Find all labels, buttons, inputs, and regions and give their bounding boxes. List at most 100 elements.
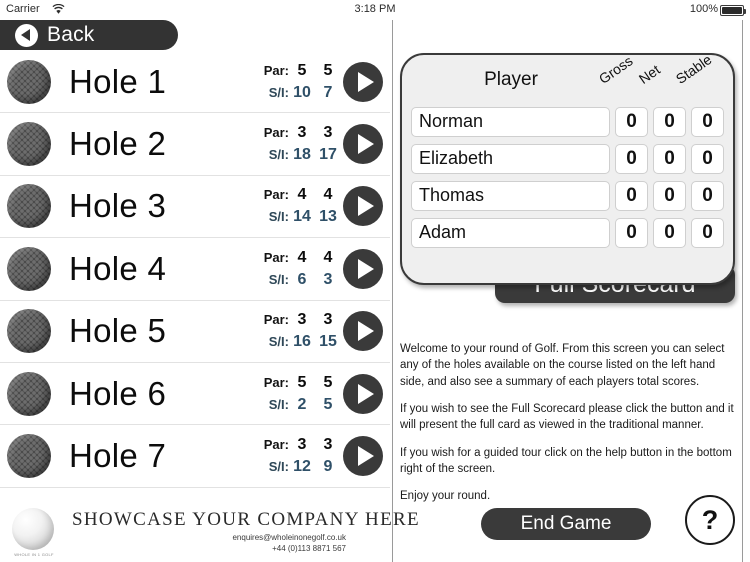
par-line: Par: 3 3 xyxy=(241,124,341,142)
scorecard-summary: Full Scorecard Player Gross Net Stable N… xyxy=(400,51,735,318)
hole-stats: Par: 3 3 S/I: 16 15 xyxy=(241,311,343,351)
advert-banner[interactable]: WHOLE IN 1 GOLF SHOWCASE YOUR COMPANY HE… xyxy=(0,500,419,562)
par-value-2: 3 xyxy=(323,124,333,142)
par-label: Par: xyxy=(263,249,289,265)
hole-row[interactable]: Hole 6 Par: 5 5 S/I: 2 5 xyxy=(0,363,390,426)
battery-full-icon xyxy=(720,5,746,16)
player-name-field[interactable]: Adam xyxy=(411,217,610,248)
golf-ball-icon xyxy=(7,59,51,104)
par-value-1: 4 xyxy=(297,248,307,266)
si-label: S/I: xyxy=(268,334,289,350)
hole-stats: Par: 4 4 S/I: 14 13 xyxy=(241,186,343,226)
si-value-1: 10 xyxy=(293,83,311,101)
par-label: Par: xyxy=(263,125,289,141)
hole-row[interactable]: Hole 3 Par: 4 4 S/I: 14 13 xyxy=(0,176,390,239)
si-line: S/I: 12 9 xyxy=(241,458,341,476)
si-line: S/I: 2 5 xyxy=(241,396,341,414)
par-value-1: 5 xyxy=(297,373,307,391)
header-player: Player xyxy=(484,69,538,90)
hole-row[interactable]: Hole 2 Par: 3 3 S/I: 18 17 xyxy=(0,113,390,176)
instructions-text: Welcome to your round of Golf. From this… xyxy=(400,341,734,516)
si-label: S/I: xyxy=(268,396,289,412)
play-arrow-icon[interactable] xyxy=(343,124,383,165)
par-label: Par: xyxy=(263,187,289,203)
question-mark-icon: ? xyxy=(701,504,719,535)
hole-row[interactable]: Hole 4 Par: 4 4 S/I: 6 3 xyxy=(0,238,390,301)
end-game-button[interactable]: End Game xyxy=(481,508,651,540)
par-line: Par: 4 4 xyxy=(241,249,341,267)
stable-score-cell: 0 xyxy=(691,106,724,137)
stable-score-cell: 0 xyxy=(691,217,724,248)
par-line: Par: 5 5 xyxy=(241,62,341,80)
play-arrow-icon[interactable] xyxy=(343,311,383,352)
si-value-2: 9 xyxy=(323,458,333,476)
gross-score-cell: 0 xyxy=(615,106,648,137)
hole-name: Hole 6 xyxy=(69,374,167,412)
advert-logo-caption: WHOLE IN 1 GOLF xyxy=(14,552,54,557)
hole-row[interactable]: Hole 1 Par: 5 5 S/I: 10 7 xyxy=(0,51,390,114)
player-row: Thomas 0 0 0 xyxy=(402,177,733,214)
player-rows: Norman 0 0 0 Elizabeth 0 0 0 Thomas 0 0 0 Adam 0 0 0 xyxy=(402,103,733,251)
gross-score-cell: 0 xyxy=(615,180,648,211)
clock-label: 3:18 PM xyxy=(354,3,396,15)
gross-score-cell: 0 xyxy=(615,143,648,174)
par-line: Par: 3 3 xyxy=(241,436,341,454)
help-button[interactable]: ? xyxy=(685,495,735,545)
par-value-2: 3 xyxy=(323,436,333,454)
si-line: S/I: 6 3 xyxy=(241,271,341,289)
play-arrow-icon[interactable] xyxy=(343,373,383,414)
si-value-1: 16 xyxy=(293,333,311,351)
par-value-1: 5 xyxy=(297,61,307,79)
player-row: Adam 0 0 0 xyxy=(402,214,733,251)
player-name-field[interactable]: Thomas xyxy=(411,180,610,211)
par-value-2: 3 xyxy=(323,311,333,329)
par-value-2: 4 xyxy=(323,248,333,266)
si-label: S/I: xyxy=(268,209,289,225)
par-line: Par: 4 4 xyxy=(241,186,341,204)
si-line: S/I: 16 15 xyxy=(241,333,341,351)
golf-ball-icon xyxy=(7,434,51,479)
par-value-1: 3 xyxy=(297,124,307,142)
par-value-2: 5 xyxy=(323,61,333,79)
hole-row[interactable]: Hole 5 Par: 3 3 S/I: 16 15 xyxy=(0,301,390,363)
battery-percent-label: 100% xyxy=(689,3,718,15)
hole-name: Hole 1 xyxy=(69,62,167,100)
golf-ball-icon xyxy=(7,371,51,416)
par-value-2: 4 xyxy=(323,186,333,204)
par-label: Par: xyxy=(263,374,289,390)
golf-ball-icon xyxy=(7,309,51,354)
hole-stats: Par: 3 3 S/I: 18 17 xyxy=(241,124,343,164)
si-value-2: 3 xyxy=(323,270,333,288)
panel-divider xyxy=(392,20,393,562)
instructions-paragraph-3: If you wish for a guided tour click on t… xyxy=(400,446,732,475)
si-value-2: 5 xyxy=(323,395,333,413)
play-arrow-icon[interactable] xyxy=(343,186,383,227)
si-value-1: 18 xyxy=(293,146,311,164)
advert-phone: +44 (0)113 8871 567 xyxy=(272,544,346,553)
header-gross: Gross xyxy=(595,52,636,87)
player-name-field[interactable]: Elizabeth xyxy=(411,143,610,174)
back-button[interactable]: Back xyxy=(0,20,178,50)
stable-score-cell: 0 xyxy=(691,143,724,174)
par-value-1: 3 xyxy=(297,311,307,329)
si-value-2: 15 xyxy=(319,333,337,351)
hole-name: Hole 5 xyxy=(69,312,167,350)
status-bar: Carrier 3:18 PM 100% xyxy=(0,0,750,20)
hole-list[interactable]: Hole 1 Par: 5 5 S/I: 10 7 Hole 2 Par: 3 3 S/I: 18 17 H… xyxy=(0,51,390,511)
hole-name: Hole 3 xyxy=(69,187,167,225)
si-value-1: 6 xyxy=(297,270,307,288)
net-score-cell: 0 xyxy=(653,180,686,211)
si-label: S/I: xyxy=(268,84,289,100)
par-value-1: 4 xyxy=(297,186,307,204)
play-arrow-icon[interactable] xyxy=(343,248,383,289)
play-arrow-icon[interactable] xyxy=(343,61,383,102)
player-name-field[interactable]: Norman xyxy=(411,106,610,137)
si-line: S/I: 14 13 xyxy=(241,208,341,226)
hole-stats: Par: 4 4 S/I: 6 3 xyxy=(241,249,343,289)
right-edge-divider xyxy=(742,20,743,562)
si-label: S/I: xyxy=(268,271,289,287)
play-arrow-icon[interactable] xyxy=(343,436,383,477)
player-row: Norman 0 0 0 xyxy=(402,103,733,140)
hole-row[interactable]: Hole 7 Par: 3 3 S/I: 12 9 xyxy=(0,425,390,488)
back-chevron-icon xyxy=(15,23,38,47)
